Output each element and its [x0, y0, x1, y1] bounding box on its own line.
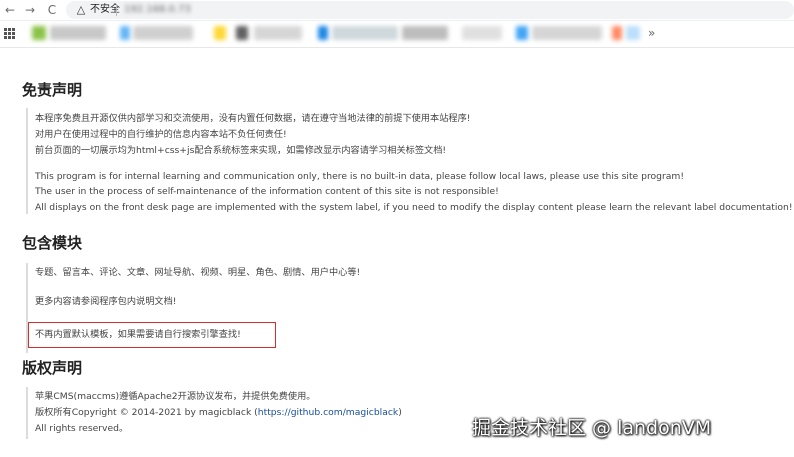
bookmark-favicon[interactable]: [612, 26, 622, 40]
disclaimer-line: The user in the process of self-maintena…: [35, 186, 499, 197]
section-title-disclaimer: 免责声明: [22, 81, 83, 99]
bookmarks-overflow-button[interactable]: »: [648, 26, 655, 40]
bookmark-item[interactable]: [462, 26, 502, 40]
disclaimer-line: 本程序免费且开源仅供内部学习和交流使用，没有内置任何数据，请在遵守当地法律的前提…: [35, 113, 471, 124]
modules-line-highlighted: 不再内置默认模板，如果需要请自行搜索引擎查找!: [35, 329, 241, 340]
bookmark-item[interactable]: [402, 26, 448, 40]
copyright-line: All rights reserved。: [35, 423, 129, 434]
modules-line: 专题、留言本、评论、文章、网址导航、视频、明星、角色、剧情、用户中心等!: [35, 267, 361, 278]
bookmark-favicon[interactable]: [120, 26, 130, 40]
disclaimer-line: 前台页面的一切展示均为html+css+js配合系统标签来实现，如需修改显示内容…: [35, 145, 447, 156]
modules-line: 更多内容请参阅程序包内说明文档!: [35, 296, 177, 307]
browser-toolbar: ← → C △ 不安全 192.168.0.73: [0, 0, 794, 21]
reload-button[interactable]: C: [44, 2, 60, 18]
disclaimer-line: All displays on the front desk page are …: [35, 202, 793, 213]
copyright-line: 版权所有Copyright © 2014-2021 by magicblack …: [35, 406, 402, 420]
github-link[interactable]: https://github.com/magicblack: [258, 407, 398, 418]
section-title-copyright: 版权声明: [22, 359, 83, 377]
bookmark-favicon[interactable]: [318, 26, 328, 40]
copyright-text-end: ): [398, 407, 402, 418]
bookmark-item[interactable]: [532, 26, 602, 40]
disclaimer-line: This program is for internal learning an…: [35, 171, 685, 182]
bookmark-item[interactable]: [50, 26, 106, 40]
back-button[interactable]: ←: [2, 2, 18, 18]
copyright-text: 版权所有Copyright © 2014-2021 by magicblack …: [35, 407, 258, 418]
bookmark-favicon[interactable]: [32, 26, 46, 40]
bookmark-favicon[interactable]: [214, 26, 226, 40]
bookmark-favicon[interactable]: [236, 26, 248, 40]
watermark: 掘金技术社区 @ landonVM: [472, 417, 712, 439]
url-separator: [116, 4, 117, 16]
bookmark-favicon[interactable]: [516, 26, 528, 40]
copyright-line: 苹果CMS(maccms)遵循Apache2开源协议发布，并提供免费使用。: [35, 391, 316, 402]
bookmark-item[interactable]: [254, 26, 302, 40]
bookmark-favicon[interactable]: [626, 26, 640, 40]
section-title-modules: 包含模块: [22, 234, 83, 252]
apps-grid-icon[interactable]: [4, 28, 15, 39]
bookmark-item[interactable]: [133, 26, 193, 40]
copyright-block-border: [26, 387, 28, 439]
disclaimer-block-border: [26, 108, 28, 214]
url-text[interactable]: 192.168.0.73: [124, 3, 191, 17]
page-content: 免责声明 本程序免费且开源仅供内部学习和交流使用，没有内置任何数据，请在遵守当地…: [0, 48, 794, 457]
forward-button[interactable]: →: [22, 2, 38, 18]
warning-icon[interactable]: △: [74, 3, 88, 17]
disclaimer-line: 对用户在使用过程中的自行维护的信息内容本站不负任何责任!: [35, 129, 287, 140]
bookmark-item[interactable]: [332, 26, 398, 40]
